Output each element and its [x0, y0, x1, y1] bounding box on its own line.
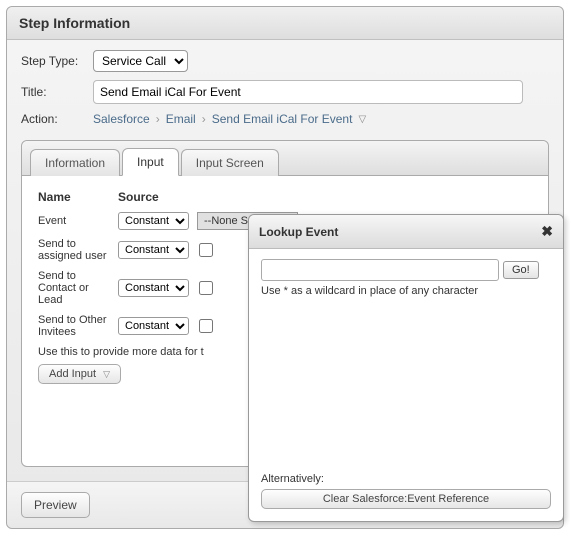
- lookup-input[interactable]: [261, 259, 499, 281]
- tab-input[interactable]: Input: [122, 148, 179, 176]
- value-checkbox[interactable]: [199, 281, 213, 295]
- chevron-down-icon[interactable]: ▽: [358, 114, 366, 125]
- alternatively-label: Alternatively:: [261, 473, 551, 485]
- preview-button[interactable]: Preview: [21, 492, 90, 518]
- step-type-label: Step Type:: [21, 54, 93, 68]
- dialog-header: Lookup Event ✖: [249, 215, 563, 249]
- add-input-label: Add Input: [49, 368, 96, 380]
- dialog-footer: Alternatively: Clear Salesforce:Event Re…: [249, 465, 563, 521]
- col-header-name: Name: [38, 190, 118, 204]
- crumb-1[interactable]: Email: [166, 112, 196, 126]
- source-select[interactable]: Constant: [118, 317, 189, 335]
- tab-input-screen[interactable]: Input Screen: [181, 149, 279, 176]
- tab-bar: Information Input Input Screen: [22, 141, 548, 176]
- row-label: Send to Other Invitees: [38, 314, 118, 338]
- chevron-right-icon: ›: [156, 112, 160, 126]
- step-type-row: Step Type: Service Call: [21, 50, 549, 72]
- source-select[interactable]: Constant: [118, 212, 189, 230]
- close-icon[interactable]: ✖: [541, 223, 553, 240]
- crumb-0[interactable]: Salesforce: [93, 112, 150, 126]
- step-type-select[interactable]: Service Call: [93, 50, 188, 72]
- add-input-button[interactable]: Add Input ▽: [38, 364, 121, 384]
- grid-header: Name Source: [38, 190, 532, 204]
- action-label: Action:: [21, 112, 93, 126]
- col-header-source: Source: [118, 190, 208, 204]
- crumb-2[interactable]: Send Email iCal For Event: [212, 112, 353, 126]
- row-label: Send to Contact or Lead: [38, 270, 118, 306]
- wildcard-hint: Use * as a wildcard in place of any char…: [261, 285, 551, 297]
- source-select[interactable]: Constant: [118, 241, 189, 259]
- chevron-right-icon: ›: [202, 112, 206, 126]
- tab-information[interactable]: Information: [30, 149, 120, 176]
- action-row: Action: Salesforce › Email › Send Email …: [21, 112, 549, 126]
- dialog-body: Go! Use * as a wildcard in place of any …: [249, 249, 563, 465]
- value-checkbox[interactable]: [199, 243, 213, 257]
- chevron-down-icon: ▽: [103, 369, 110, 379]
- title-label: Title:: [21, 85, 93, 99]
- dialog-title: Lookup Event: [259, 225, 338, 239]
- row-label: Send to assigned user: [38, 238, 118, 262]
- go-button[interactable]: Go!: [503, 261, 539, 279]
- title-row: Title:: [21, 80, 549, 104]
- clear-reference-button[interactable]: Clear Salesforce:Event Reference: [261, 489, 551, 509]
- title-input[interactable]: [93, 80, 523, 104]
- action-breadcrumb[interactable]: Salesforce › Email › Send Email iCal For…: [93, 112, 366, 126]
- value-checkbox[interactable]: [199, 319, 213, 333]
- panel-title: Step Information: [7, 7, 563, 40]
- source-select[interactable]: Constant: [118, 279, 189, 297]
- row-label: Event: [38, 215, 118, 227]
- lookup-event-dialog: Lookup Event ✖ Go! Use * as a wildcard i…: [248, 214, 564, 522]
